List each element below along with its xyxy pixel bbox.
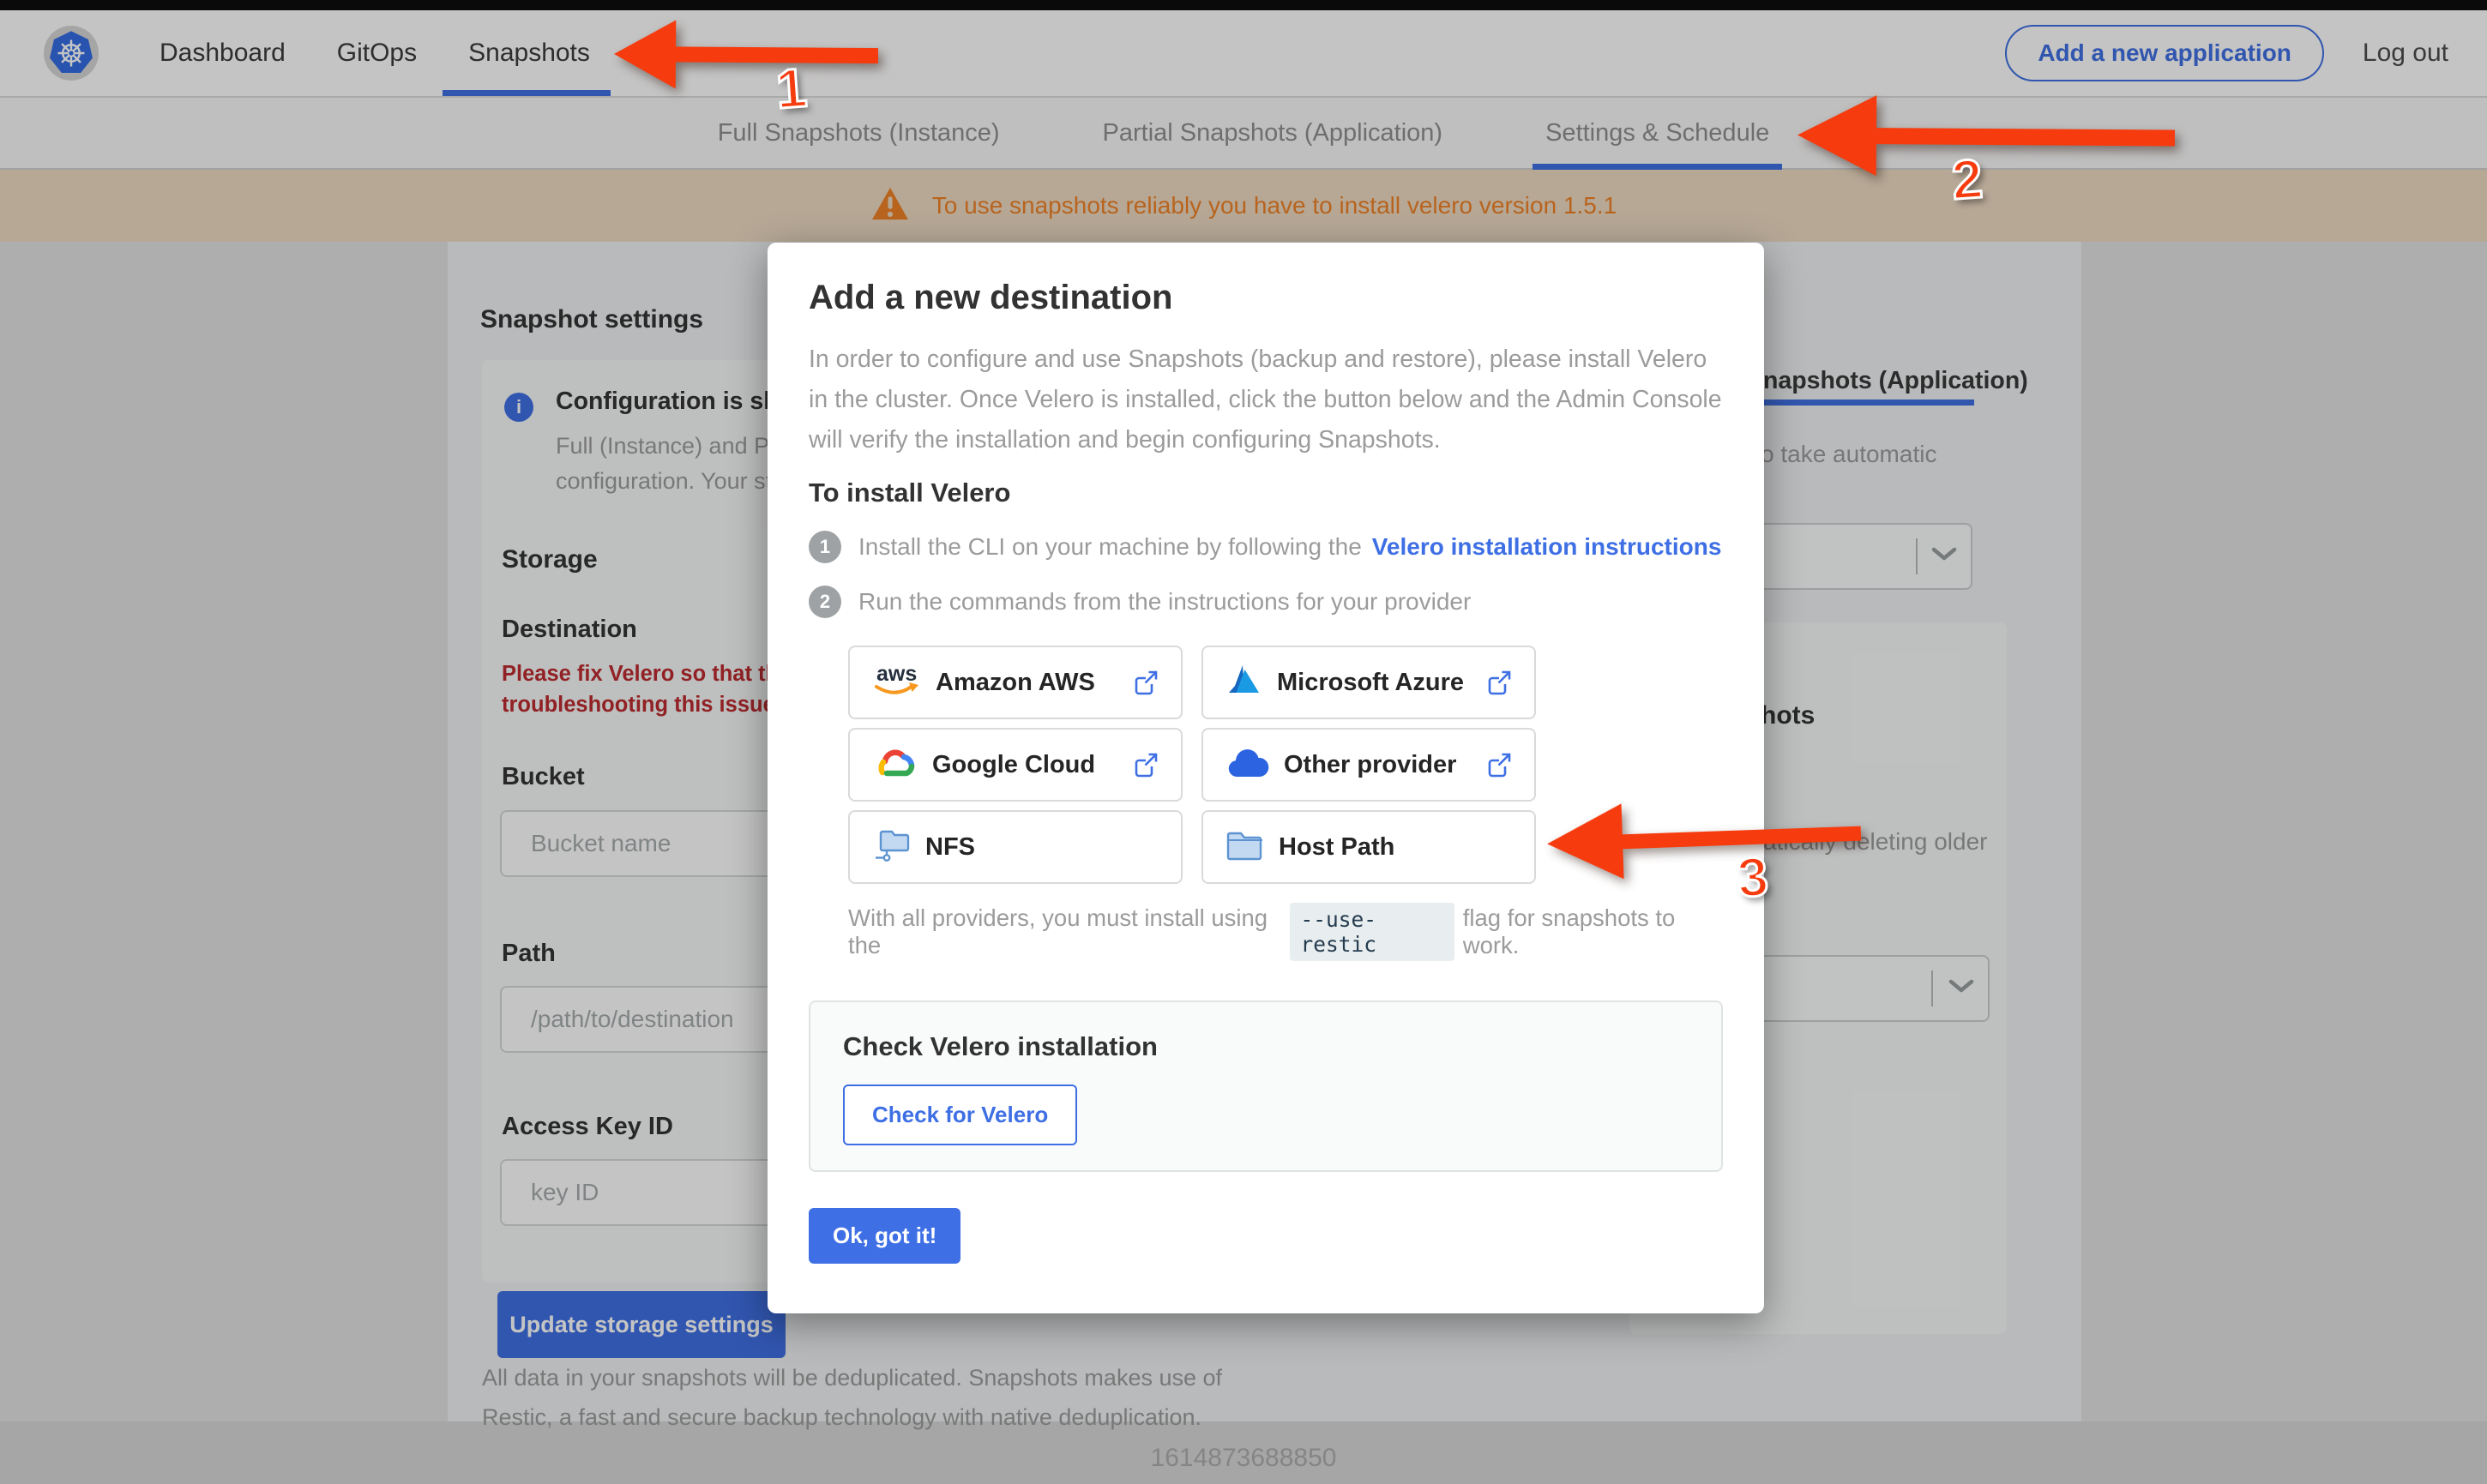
tab-partial-snapshots[interactable]: Partial Snapshots (Application) xyxy=(1103,98,1443,168)
modal-intro-text: In order to configure and use Snapshots … xyxy=(809,345,1722,454)
add-application-button[interactable]: Add a new application xyxy=(2005,25,2324,81)
provider-label: Microsoft Azure xyxy=(1277,668,1465,696)
arrow-head xyxy=(613,19,677,89)
dropdown-divider xyxy=(1916,538,1918,574)
dedup-text-line1: All data in your snapshots will be dedup… xyxy=(482,1365,1223,1391)
add-destination-modal: Add a new destination In order to config… xyxy=(768,243,1764,1313)
nfs-folder-icon xyxy=(872,826,912,868)
annotation-arrow-1 xyxy=(613,19,879,90)
ok-got-it-button[interactable]: Ok, got it! xyxy=(809,1208,961,1264)
provider-button-other[interactable]: Other provider xyxy=(1201,728,1536,802)
velero-error-line1: Please fix Velero so that th xyxy=(502,662,780,686)
annotation-arrow-3 xyxy=(1545,796,1863,882)
header-right: Add a new application Log out xyxy=(2005,25,2448,81)
tab-settings-schedule[interactable]: Settings & Schedule xyxy=(1533,98,1783,170)
tab-partial-snapshots-fragment[interactable]: napshots (Application) xyxy=(1763,367,2028,395)
velero-instructions-link[interactable]: Velero installation instructions xyxy=(1372,533,1722,561)
nav-item-dashboard[interactable]: Dashboard xyxy=(160,10,286,96)
update-storage-settings-button[interactable]: Update storage settings xyxy=(497,1291,786,1358)
dedup-text-line2: Restic, a fast and secure backup technol… xyxy=(482,1404,1202,1430)
step-1-badge: 1 xyxy=(809,531,841,563)
velero-error-line2: troubleshooting this issue xyxy=(502,693,775,717)
info-card-title: Configuration is sh xyxy=(556,388,779,415)
step-2-badge: 2 xyxy=(809,586,841,618)
install-step-1: 1 Install the CLI on your machine by fol… xyxy=(809,531,1723,563)
nav-item-snapshots[interactable]: Snapshots xyxy=(443,10,611,96)
page-title: Snapshot settings xyxy=(480,305,704,333)
velero-warning-banner: To use snapshots reliably you have to in… xyxy=(0,170,2487,242)
provider-button-azure[interactable]: Microsoft Azure xyxy=(1201,646,1536,719)
provider-label: Google Cloud xyxy=(932,750,1096,778)
svg-text:aws: aws xyxy=(876,662,917,686)
step-2-text: Run the commands from the instructions f… xyxy=(858,588,1472,615)
annotation-number-2: 2 xyxy=(1948,146,1986,212)
cloud-icon xyxy=(1225,747,1270,784)
external-link-icon xyxy=(1133,670,1159,695)
check-for-velero-button[interactable]: Check for Velero xyxy=(843,1084,1078,1145)
annotation-number-1: 1 xyxy=(773,55,810,121)
kubernetes-logo-icon xyxy=(43,25,99,81)
storage-section-title: Storage xyxy=(502,545,598,574)
arrow-head xyxy=(1797,94,1877,177)
provider-button-host-path[interactable]: Host Path xyxy=(1201,810,1536,884)
external-link-icon xyxy=(1486,752,1512,778)
google-cloud-icon xyxy=(872,744,918,786)
annotation-arrow-2 xyxy=(1797,94,2176,177)
provider-button-aws[interactable]: aws Amazon AWS xyxy=(848,646,1183,719)
provider-button-google-cloud[interactable]: Google Cloud xyxy=(848,728,1183,802)
destination-label: Destination xyxy=(502,616,637,643)
access-key-label: Access Key ID xyxy=(502,1113,673,1140)
path-label: Path xyxy=(502,940,556,967)
install-step-2: 2 Run the commands from the instructions… xyxy=(809,586,1723,618)
modal-title: Add a new destination xyxy=(809,279,1173,316)
provider-button-nfs[interactable]: NFS xyxy=(848,810,1183,884)
main-nav: Dashboard GitOps Snapshots xyxy=(160,10,611,96)
arrow-head xyxy=(1545,803,1624,882)
arrow-tail xyxy=(1876,127,2176,147)
restic-note: With all providers, you must install usi… xyxy=(848,903,1723,961)
chevron-down-icon xyxy=(1948,979,1974,998)
warning-banner-text: To use snapshots reliably you have to in… xyxy=(931,192,1617,219)
annotation-number-3: 3 xyxy=(1734,844,1772,910)
restic-note-before: With all providers, you must install usi… xyxy=(848,904,1268,958)
info-card-line1: Full (Instance) and Parti xyxy=(556,433,802,459)
aws-icon: aws xyxy=(872,661,922,705)
info-card-line2: configuration. Your stor xyxy=(556,468,793,494)
retention-heading-fragment: hots xyxy=(1761,701,1816,730)
nav-item-gitops[interactable]: GitOps xyxy=(337,10,417,96)
footer-timestamp: 1614873688850 xyxy=(0,1421,2487,1484)
provider-label: Other provider xyxy=(1284,750,1457,778)
auto-snapshot-text-fragment: o take automatic xyxy=(1761,441,1937,467)
external-link-icon xyxy=(1486,670,1512,695)
info-icon: i xyxy=(504,393,533,422)
external-link-icon xyxy=(1133,752,1159,778)
azure-icon xyxy=(1225,663,1263,703)
use-restic-flag-code: --use-restic xyxy=(1290,903,1454,961)
logout-button[interactable]: Log out xyxy=(2363,39,2448,68)
chevron-down-icon xyxy=(1931,547,1957,566)
screen-top-strip xyxy=(0,0,2487,10)
check-velero-title: Check Velero installation xyxy=(843,1031,1158,1061)
bucket-label: Bucket xyxy=(502,763,585,790)
restic-note-after: flag for snapshots to work. xyxy=(1462,904,1676,958)
provider-grid: aws Amazon AWS Microsoft Azure Google Cl… xyxy=(848,646,1536,884)
provider-label: NFS xyxy=(925,832,975,861)
check-velero-card: Check Velero installation Check for Vele… xyxy=(809,1000,1723,1172)
folder-icon xyxy=(1225,828,1265,867)
provider-label: Host Path xyxy=(1279,832,1395,861)
step-1-text: Install the CLI on your machine by follo… xyxy=(858,533,1362,560)
warning-icon xyxy=(870,186,910,226)
install-velero-heading: To install Velero xyxy=(809,478,1011,508)
tab-full-snapshots[interactable]: Full Snapshots (Instance) xyxy=(718,98,1000,168)
provider-label: Amazon AWS xyxy=(936,668,1095,696)
header: Dashboard GitOps Snapshots Add a new app… xyxy=(0,10,2487,98)
dropdown-divider xyxy=(1931,970,1933,1006)
